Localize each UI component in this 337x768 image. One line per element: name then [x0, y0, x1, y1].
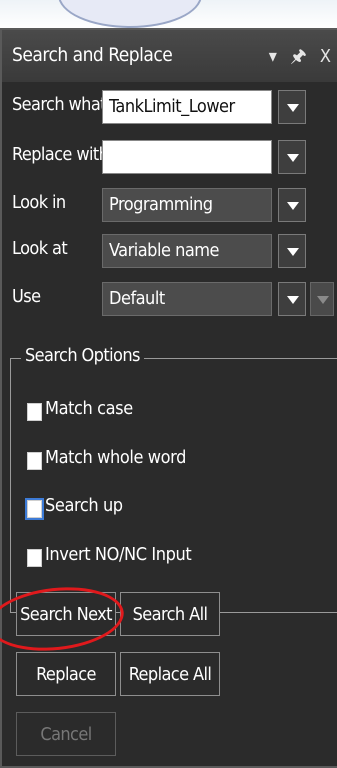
replace-button[interactable]: Replace	[16, 652, 116, 696]
titlebar-icons: ▾ 🖈︎ X	[261, 44, 331, 74]
search-options-group: Search Options Match case Match whole wo…	[10, 345, 337, 613]
look-at-value: Variable name	[109, 240, 220, 261]
root: Search and Replace ▾ 🖈︎ X Search what Ta…	[0, 0, 337, 768]
cancel-button[interactable]: Cancel	[16, 712, 116, 756]
replace-with-input[interactable]	[102, 140, 272, 174]
close-icon[interactable]: X	[320, 46, 331, 67]
panel-title: Search and Replace	[12, 44, 173, 66]
chevron-down-icon	[317, 296, 329, 304]
search-replace-panel: Search and Replace ▾ 🖈︎ X Search what Ta…	[0, 28, 337, 768]
use-extra-button[interactable]	[310, 282, 334, 316]
match-whole-word-checkbox[interactable]	[27, 452, 42, 470]
look-in-label: Look in	[12, 192, 66, 213]
replace-with-dropdown-button[interactable]	[278, 140, 306, 174]
search-up-label[interactable]: Search up	[45, 495, 123, 516]
panel-titlebar: Search and Replace ▾ 🖈︎ X	[2, 30, 337, 82]
use-dropdown-button[interactable]	[278, 282, 306, 316]
look-at-label: Look at	[12, 238, 68, 259]
replace-with-label: Replace with	[12, 144, 109, 165]
look-at-dropdown-button[interactable]	[278, 234, 306, 268]
search-what-label: Search what	[12, 94, 107, 115]
chevron-down-icon	[287, 248, 299, 256]
look-in-dropdown-button[interactable]	[278, 188, 306, 222]
chevron-down-icon	[287, 296, 299, 304]
match-whole-word-label[interactable]: Match whole word	[45, 447, 186, 468]
use-value: Default	[109, 288, 165, 309]
search-up-checkbox[interactable]	[25, 498, 44, 520]
replace-all-button[interactable]: Replace All	[120, 652, 220, 696]
search-what-value: TankLimit_Lower	[109, 96, 235, 117]
invert-no-nc-label[interactable]: Invert NO/NC Input	[45, 544, 192, 565]
search-all-button[interactable]: Search All	[120, 592, 220, 636]
pin-icon[interactable]: 🖈︎	[290, 46, 307, 67]
match-case-label[interactable]: Match case	[45, 398, 133, 419]
dropdown-arrow-icon[interactable]: ▾	[269, 46, 277, 67]
search-options-title: Search Options	[21, 345, 144, 366]
search-what-input[interactable]: TankLimit_Lower	[102, 90, 272, 124]
invert-no-nc-checkbox[interactable]	[27, 549, 42, 567]
chevron-down-icon	[287, 104, 299, 112]
use-label: Use	[12, 286, 41, 307]
chevron-down-icon	[287, 154, 299, 162]
match-case-checkbox[interactable]	[27, 403, 42, 421]
use-select[interactable]: Default	[102, 282, 272, 316]
look-at-select[interactable]: Variable name	[102, 234, 272, 268]
chevron-down-icon	[287, 202, 299, 210]
look-in-value: Programming	[109, 194, 213, 215]
look-in-select[interactable]: Programming	[102, 188, 272, 222]
search-what-dropdown-button[interactable]	[278, 90, 306, 124]
